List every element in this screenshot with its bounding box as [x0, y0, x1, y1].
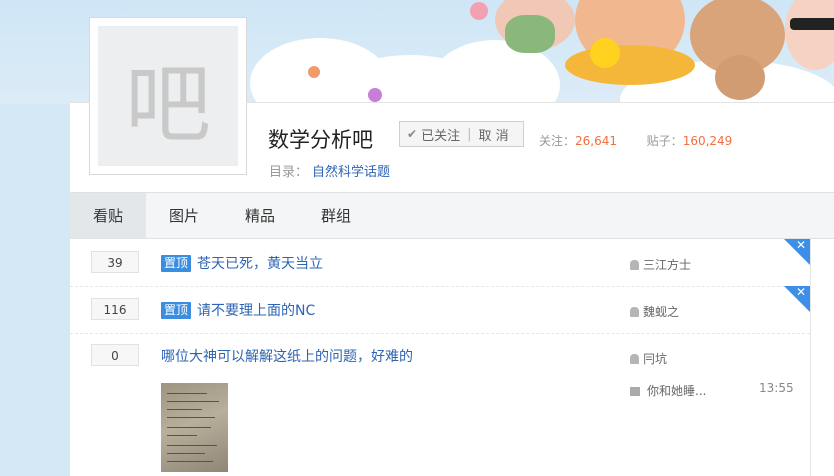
thread-title[interactable]: 哪位大神可以解解这纸上的问题，好难的	[161, 346, 413, 366]
reply-count: 116	[91, 298, 139, 320]
reply-count: 39	[91, 251, 139, 273]
thread-list: 39 置顶 苍天已死，黄天当立 三江方士 ✕ 116 置顶 请不要理上面的NC 魏蚬…	[70, 238, 810, 476]
author-name[interactable]: 魏蚬之	[643, 305, 679, 319]
close-icon[interactable]: ✕	[796, 238, 806, 252]
last-reply[interactable]: 你和她睡...	[630, 382, 706, 399]
unfollow-button[interactable]: 取 消	[478, 125, 508, 144]
thread-author[interactable]: 三江方士	[630, 256, 691, 273]
thread-title[interactable]: 置顶 请不要理上面的NC	[161, 300, 315, 320]
thread-title-text[interactable]: 苍天已死，黄天当立	[197, 256, 323, 272]
thread-row[interactable]: 39 置顶 苍天已死，黄天当立 三江方士 ✕	[70, 238, 810, 287]
user-icon	[630, 354, 639, 364]
author-name[interactable]: 冃坑	[643, 352, 667, 366]
directory-label: 目录：	[269, 165, 309, 180]
followed-label: 已关注	[421, 128, 461, 144]
tab-posts[interactable]: 看贴	[70, 193, 146, 239]
follow-count-label: 关注：	[539, 134, 576, 148]
user-icon	[630, 307, 639, 317]
follow-toggle-button[interactable]: ✔ 已关注 | 取 消	[399, 121, 524, 147]
divider: |	[467, 126, 472, 142]
tab-images[interactable]: 图片	[146, 193, 222, 239]
page-gutter	[0, 104, 70, 476]
thread-title-text[interactable]: 哪位大神可以解解这纸上的问题，好难的	[161, 349, 413, 365]
posts-count: 160,249	[682, 134, 733, 148]
forum-avatar-glyph: 吧	[98, 26, 238, 166]
last-reply-user[interactable]: 你和她睡...	[647, 384, 706, 398]
thread-image-thumbnail[interactable]	[161, 383, 228, 472]
forum-directory: 目录： 自然科学话题	[269, 161, 390, 180]
checkmark-icon: ✔	[407, 127, 418, 141]
close-corner[interactable]: ✕	[784, 285, 810, 312]
thread-author[interactable]: 魏蚬之	[630, 303, 679, 320]
thread-row[interactable]: 116 置顶 请不要理上面的NC 魏蚬之 ✕	[70, 285, 810, 334]
forum-stats: 关注：26,641 贴子：160,249	[539, 132, 732, 149]
thread-title[interactable]: 置顶 苍天已死，黄天当立	[161, 253, 323, 273]
last-reply-time: 13:55	[759, 381, 794, 395]
forum-tabs: 看贴 图片 精品 群组	[70, 192, 834, 239]
pinned-badge: 置顶	[161, 302, 192, 319]
comment-icon	[630, 387, 640, 396]
directory-link[interactable]: 自然科学话题	[312, 165, 390, 180]
author-name[interactable]: 三江方士	[643, 258, 691, 272]
forum-title: 数学分析吧	[268, 128, 373, 152]
thread-author[interactable]: 冃坑	[630, 350, 667, 367]
close-corner[interactable]: ✕	[784, 238, 810, 265]
follow-count: 26,641	[575, 134, 618, 148]
sidebar-edge	[810, 239, 834, 476]
tab-groups[interactable]: 群组	[298, 193, 374, 239]
posts-count-label: 贴子：	[646, 134, 683, 148]
forum-avatar[interactable]: 吧	[89, 17, 247, 175]
close-icon[interactable]: ✕	[796, 285, 806, 299]
tab-featured[interactable]: 精品	[222, 193, 298, 239]
pinned-badge: 置顶	[161, 255, 192, 272]
reply-count: 0	[91, 344, 139, 366]
user-icon	[630, 260, 639, 270]
thread-title-text[interactable]: 请不要理上面的NC	[197, 303, 315, 319]
